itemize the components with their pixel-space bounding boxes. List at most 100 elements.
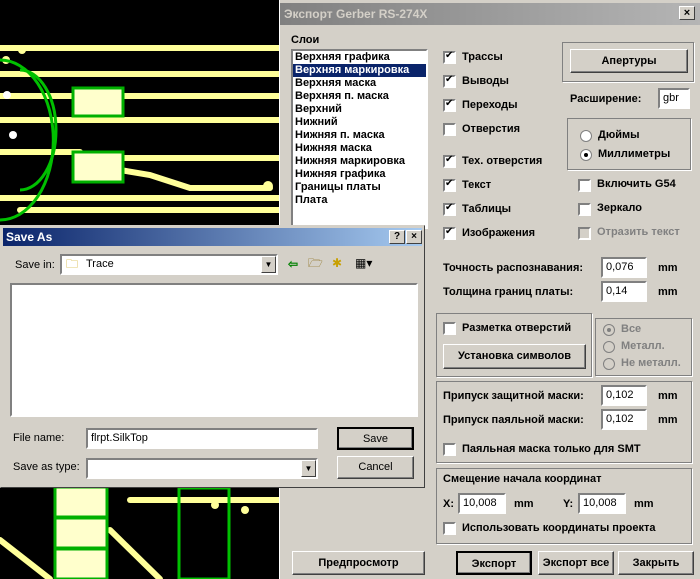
tables-checkbox[interactable] xyxy=(443,202,456,216)
layer-item[interactable]: Верхняя маска xyxy=(293,77,426,90)
holes-checkbox[interactable] xyxy=(443,123,456,136)
images-checkbox[interactable] xyxy=(443,226,456,240)
layer-item[interactable]: Верхняя графика xyxy=(293,51,426,64)
cancel-button[interactable]: Cancel xyxy=(337,456,414,479)
save-in-label: Save in: xyxy=(15,259,55,271)
vias-checkbox[interactable] xyxy=(443,98,456,112)
save-button[interactable]: Save xyxy=(337,427,414,450)
hole-all-label: Все xyxy=(621,323,642,335)
close-icon[interactable]: × xyxy=(406,230,422,244)
board-border-unit: mm xyxy=(658,286,678,298)
layers-list[interactable]: Верхняя графика Верхняя маркировка Верхняя… xyxy=(291,49,428,229)
paste-clearance-field[interactable]: 0,102 xyxy=(601,409,647,430)
file-name-field[interactable]: flrpt.SilkTop xyxy=(86,428,318,449)
back-icon[interactable]: ⇦ xyxy=(288,257,298,271)
hole-marking-label: Разметка отверстий xyxy=(462,322,572,334)
recognition-unit: mm xyxy=(658,262,678,274)
mask-clearance-field[interactable]: 0,102 xyxy=(601,385,647,406)
y-label: Y: xyxy=(563,498,574,510)
tracks-label: Трассы xyxy=(462,51,503,63)
mask-clearance-label: Припуск защитной маски: xyxy=(443,390,584,402)
text-checkbox[interactable] xyxy=(443,178,456,192)
mirror-text-label: Отразить текст xyxy=(597,226,680,238)
mirror-checkbox[interactable] xyxy=(578,203,591,216)
chevron-down-icon[interactable]: ▼ xyxy=(301,460,316,477)
millimeters-label: Миллиметры xyxy=(598,148,671,160)
save-as-title-bar: Save As ? × xyxy=(3,228,422,246)
gerber-title-bar: Экспорт Gerber RS-274X × xyxy=(280,3,700,25)
new-folder-icon[interactable]: ✱ xyxy=(332,256,342,270)
layer-item[interactable]: Нижняя графика xyxy=(293,168,426,181)
tables-label: Таблицы xyxy=(462,203,511,215)
images-label: Изображения xyxy=(462,227,536,239)
up-folder-icon[interactable]: 🗁 xyxy=(308,256,323,270)
extension-label: Расширение: xyxy=(570,93,642,105)
mirror-label: Зеркало xyxy=(597,202,642,214)
holes-label: Отверстия xyxy=(462,123,521,135)
layer-item[interactable]: Нижняя п. маска xyxy=(293,129,426,142)
vias-label: Переходы xyxy=(462,99,518,111)
include-g54-label: Включить G54 xyxy=(597,178,676,190)
extension-field[interactable]: gbr xyxy=(658,88,690,109)
units-group xyxy=(567,118,691,170)
inches-label: Дюймы xyxy=(598,129,640,141)
tech-holes-checkbox[interactable] xyxy=(443,154,456,168)
export-all-button[interactable]: Экспорт все xyxy=(538,551,614,575)
mirror-text-checkbox[interactable] xyxy=(578,227,591,240)
board-border-label: Толщина границ платы: xyxy=(443,286,574,298)
recognition-label: Точность распознавания: xyxy=(443,262,584,274)
recognition-field[interactable]: 0,076 xyxy=(601,257,647,278)
hole-nonmetal-label: Не металл. xyxy=(621,357,681,369)
use-project-coords-checkbox[interactable] xyxy=(443,522,456,535)
layer-item[interactable]: Плата xyxy=(293,194,426,207)
folder-icon: 🗀 xyxy=(66,257,79,271)
layer-item[interactable]: Верхняя маркировка xyxy=(293,64,426,77)
file-list[interactable] xyxy=(10,283,418,417)
hole-all-radio[interactable] xyxy=(603,324,615,336)
layer-item[interactable]: Верхний xyxy=(293,103,426,116)
export-button[interactable]: Экспорт xyxy=(456,551,532,575)
paste-clearance-unit: mm xyxy=(658,414,678,426)
chevron-down-icon[interactable]: ▼ xyxy=(261,256,276,273)
pads-checkbox[interactable] xyxy=(443,74,456,88)
include-g54-checkbox[interactable] xyxy=(578,179,591,192)
close-button[interactable]: Закрыть xyxy=(618,551,694,575)
save-as-title: Save As xyxy=(6,230,53,244)
save-as-type-combo[interactable]: ▼ xyxy=(86,458,318,479)
board-border-field[interactable]: 0,14 xyxy=(601,281,647,302)
help-icon[interactable]: ? xyxy=(389,230,405,244)
pads-label: Выводы xyxy=(462,75,509,87)
paste-clearance-label: Припуск паяльной маски: xyxy=(443,414,584,426)
tech-holes-label: Тех. отверстия xyxy=(462,155,543,167)
inches-radio[interactable] xyxy=(580,130,592,142)
x-unit: mm xyxy=(514,498,534,510)
tracks-checkbox[interactable] xyxy=(443,50,456,64)
symbols-button[interactable]: Установка символов xyxy=(443,344,586,369)
apertures-button[interactable]: Апертуры xyxy=(570,49,688,73)
layer-item[interactable]: Нижняя маркировка xyxy=(293,155,426,168)
preview-button[interactable]: Предпросмотр xyxy=(292,551,425,575)
layer-item[interactable]: Нижняя маска xyxy=(293,142,426,155)
y-unit: mm xyxy=(634,498,654,510)
close-icon[interactable]: × xyxy=(679,6,695,20)
layer-item[interactable]: Нижний xyxy=(293,116,426,129)
paste-smt-label: Паяльная маска только для SMT xyxy=(462,443,641,455)
save-in-combo[interactable]: 🗀 Trace ▼ xyxy=(60,254,278,275)
hole-marking-checkbox[interactable] xyxy=(443,322,456,335)
paste-smt-checkbox[interactable] xyxy=(443,443,456,456)
gerber-title: Экспорт Gerber RS-274X xyxy=(284,7,428,21)
layer-item[interactable]: Верхняя п. маска xyxy=(293,90,426,103)
file-name-label: File name: xyxy=(13,432,65,444)
hole-metal-label: Металл. xyxy=(621,340,665,352)
use-project-coords-label: Использовать координаты проекта xyxy=(462,522,656,534)
hole-nonmetal-radio[interactable] xyxy=(603,358,615,370)
x-label: X: xyxy=(443,498,454,510)
mask-clearance-unit: mm xyxy=(658,390,678,402)
millimeters-radio[interactable] xyxy=(580,149,592,161)
x-offset-field[interactable]: 10,008 xyxy=(458,493,506,514)
y-offset-field[interactable]: 10,008 xyxy=(578,493,626,514)
save-as-type-label: Save as type: xyxy=(13,461,80,473)
layer-item[interactable]: Границы платы xyxy=(293,181,426,194)
hole-metal-radio[interactable] xyxy=(603,341,615,353)
view-menu-icon[interactable]: ▦▾ xyxy=(355,256,372,270)
